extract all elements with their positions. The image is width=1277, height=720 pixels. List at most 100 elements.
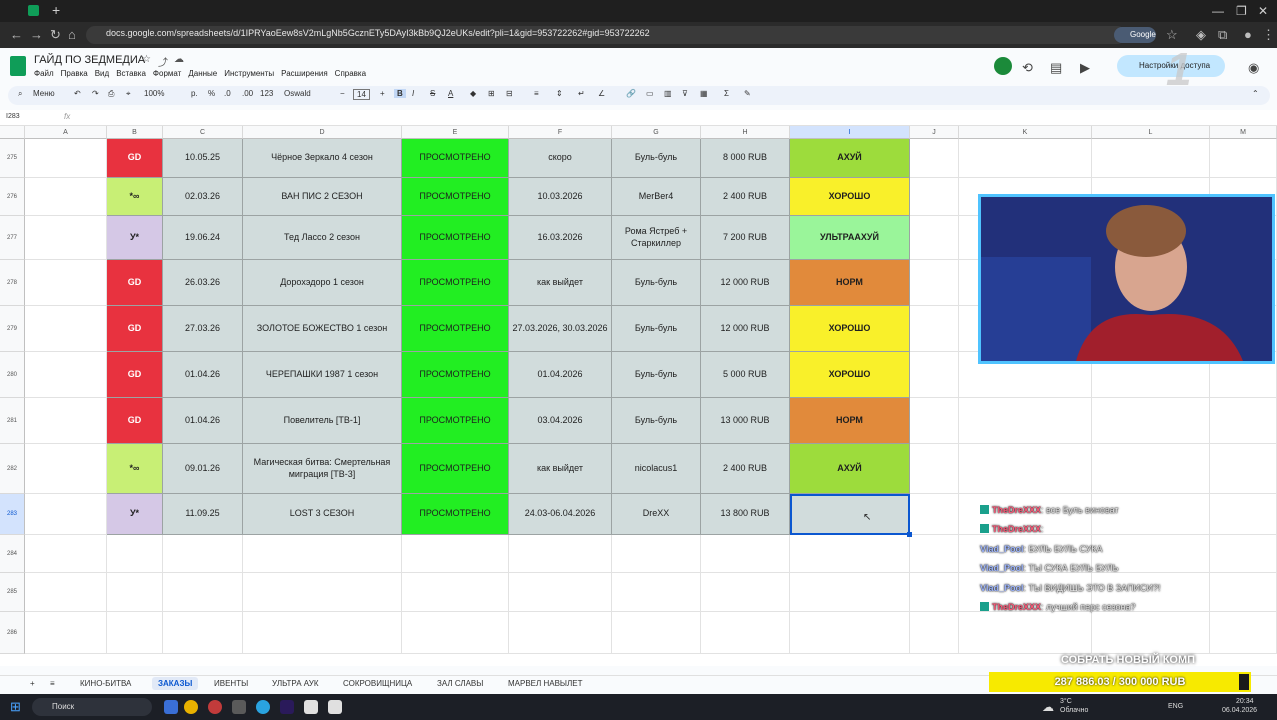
cell-c[interactable]: 27.03.26 [163, 306, 243, 352]
obs-icon[interactable] [232, 700, 246, 714]
menu-extensions[interactable]: Расширения [281, 69, 328, 78]
close-icon[interactable]: ✕ [1258, 4, 1268, 18]
cell-g[interactable]: nicolacus1 [612, 444, 701, 494]
align-horizontal-icon[interactable]: ≡ [534, 89, 539, 98]
cell-e[interactable] [402, 573, 509, 612]
cell-f[interactable]: 27.03.2026, 30.03.2026 [509, 306, 612, 352]
column-header-f[interactable]: F [509, 126, 612, 139]
column-header-i[interactable]: I [790, 126, 910, 139]
cell-k[interactable] [959, 444, 1092, 494]
insert-link-icon[interactable]: 🔗 [626, 89, 636, 98]
cell-g[interactable]: Буль-буль [612, 352, 701, 398]
cell-h[interactable] [701, 573, 790, 612]
cell-a[interactable] [25, 306, 107, 352]
language-indicator[interactable]: ENG [1168, 703, 1183, 710]
sheet-tab-kino[interactable]: КИНО-БИТВА [80, 679, 131, 688]
cell-g[interactable]: Буль-буль [612, 398, 701, 444]
column-header-j[interactable]: J [910, 126, 959, 139]
cell-i[interactable]: АХУЙ [790, 139, 910, 178]
redo-icon[interactable]: ↷ [92, 89, 99, 98]
cell-f[interactable]: скоро [509, 139, 612, 178]
comments-icon[interactable]: ▤ [1050, 60, 1062, 76]
strikethrough-button[interactable]: S [430, 89, 435, 98]
cell-i[interactable]: ХОРОШО [790, 178, 910, 216]
cell-e[interactable] [402, 612, 509, 654]
borders-icon[interactable]: ⊞ [488, 89, 495, 98]
cell-d[interactable]: ВАН ПИС 2 СЕЗОН [243, 178, 402, 216]
cell-a[interactable] [25, 444, 107, 494]
opera-icon[interactable] [208, 700, 222, 714]
google-badge[interactable]: Google [1114, 27, 1156, 43]
row-header[interactable]: 284 [0, 535, 25, 573]
column-header-a[interactable]: A [25, 126, 107, 139]
cell-b[interactable] [107, 612, 163, 654]
font-size-field[interactable]: 14 [353, 89, 370, 100]
cell-e[interactable] [402, 535, 509, 573]
cell-f[interactable]: как выйдет [509, 260, 612, 306]
menu-data[interactable]: Данные [188, 69, 217, 78]
decrease-decimal-button[interactable]: .0 [224, 89, 231, 98]
cell-h[interactable]: 7 200 RUB [701, 216, 790, 260]
cell-b[interactable]: GD [107, 398, 163, 444]
cell-c[interactable]: 26.03.26 [163, 260, 243, 306]
cell-f[interactable]: как выйдет [509, 444, 612, 494]
align-vertical-icon[interactable]: ⇕ [556, 89, 563, 98]
cell-h[interactable]: 2 400 RUB [701, 178, 790, 216]
search-icon[interactable]: ⌕ [18, 89, 22, 99]
row-header[interactable]: 280 [0, 352, 25, 398]
cell-d[interactable]: LOST 3 СЕЗОН [243, 494, 402, 535]
cell-b[interactable]: GD [107, 139, 163, 178]
cell-e[interactable]: ПРОСМОТРЕНО [402, 398, 509, 444]
back-icon[interactable]: ← [10, 27, 23, 42]
cell-k[interactable] [959, 398, 1092, 444]
cell-g[interactable]: DreXX [612, 494, 701, 535]
add-sheet-icon[interactable]: + [30, 679, 35, 688]
cell-d[interactable]: Дорохэдоро 1 сезон [243, 260, 402, 306]
cell-e[interactable]: ПРОСМОТРЕНО [402, 139, 509, 178]
cell-g[interactable]: Буль-буль [612, 260, 701, 306]
column-header-h[interactable]: H [701, 126, 790, 139]
extension-icon[interactable]: ◈ [1196, 27, 1206, 43]
cell-i[interactable]: НОРМ [790, 260, 910, 306]
cell-k[interactable] [959, 139, 1092, 178]
cell-c[interactable] [163, 612, 243, 654]
profile-icon[interactable]: ● [1244, 27, 1252, 42]
cell-f[interactable] [509, 535, 612, 573]
cell-h[interactable]: 8 000 RUB [701, 139, 790, 178]
select-all-corner[interactable] [0, 126, 25, 139]
decrease-font-size-icon[interactable]: − [340, 89, 345, 98]
text-wrap-icon[interactable]: ↵ [578, 89, 585, 98]
cell-g[interactable]: MerBer4 [612, 178, 701, 216]
meet-icon[interactable]: ▶ [1080, 60, 1090, 76]
address-field[interactable]: docs.google.com/spreadsheets/d/1IPRYaoEe… [86, 26, 1126, 44]
increase-font-size-icon[interactable]: + [380, 89, 385, 98]
cell-d[interactable]: Повелитель [ТВ-1] [243, 398, 402, 444]
cell-a[interactable] [25, 216, 107, 260]
cell-b[interactable] [107, 573, 163, 612]
app-icon[interactable] [304, 700, 318, 714]
undo-icon[interactable]: ↶ [74, 89, 81, 98]
bookmark-star-icon[interactable]: ☆ [1166, 27, 1178, 43]
print-icon[interactable]: ⎙ [108, 89, 114, 99]
cell-d[interactable]: ЧЕРЕПАШКИ 1987 1 сезон [243, 352, 402, 398]
cell-e[interactable]: ПРОСМОТРЕНО [402, 494, 509, 535]
cell-b[interactable]: У* [107, 216, 163, 260]
cell-j[interactable] [910, 260, 959, 306]
cell-h[interactable] [701, 612, 790, 654]
column-header-b[interactable]: B [107, 126, 163, 139]
cell-a[interactable] [25, 494, 107, 535]
number-format-button[interactable]: 123 [260, 89, 273, 98]
merge-cells-icon[interactable]: ⊟ [506, 89, 513, 98]
increase-decimal-button[interactable]: .00 [242, 89, 253, 98]
menu-edit[interactable]: Правка [61, 69, 88, 78]
column-header-c[interactable]: C [163, 126, 243, 139]
sheet-tab-orders[interactable]: ЗАКАЗЫ [152, 677, 199, 690]
cell-m[interactable] [1210, 444, 1277, 494]
cell-c[interactable]: 10.05.25 [163, 139, 243, 178]
menu-file[interactable]: Файл [34, 69, 54, 78]
reload-icon[interactable]: ↻ [50, 27, 61, 43]
browser-menu-icon[interactable]: ⋮ [1262, 27, 1275, 43]
insert-comment-icon[interactable]: ▭ [646, 89, 654, 98]
fill-handle[interactable] [907, 532, 912, 537]
cell-g[interactable] [612, 573, 701, 612]
